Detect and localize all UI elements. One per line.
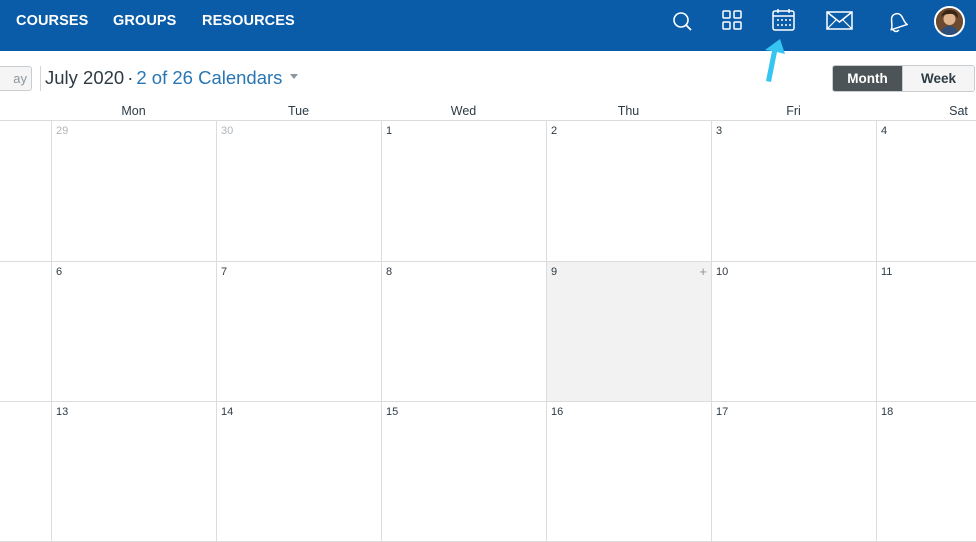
global-navigation-bar: COURSES GROUPS RESOURCES — [0, 0, 976, 51]
add-event-icon[interactable]: + — [699, 264, 707, 279]
day-cell[interactable]: 6 — [52, 262, 216, 401]
calendars-selector[interactable]: 2 of 26 Calendars — [136, 67, 282, 88]
day-cell[interactable]: 10 — [712, 262, 876, 401]
month-view-button[interactable]: Month — [833, 66, 902, 91]
day-number: 13 — [56, 406, 69, 418]
chevron-down-icon[interactable] — [290, 74, 299, 79]
day-number: 3 — [716, 125, 723, 137]
day-number: 8 — [386, 266, 393, 278]
notifications-bell-icon[interactable] — [880, 8, 914, 42]
day-number: 14 — [221, 406, 234, 418]
day-cell[interactable]: 13 — [52, 402, 216, 541]
grid-line — [381, 121, 382, 542]
day-number: 30 — [221, 125, 234, 137]
day-number: 17 — [716, 406, 729, 418]
today-button[interactable]: ay — [0, 66, 32, 91]
day-cell[interactable]: 14 — [217, 402, 381, 541]
grid-line — [711, 121, 712, 542]
dow-header-thu: Thu — [617, 104, 640, 118]
grid-line — [876, 121, 877, 542]
annotation-arrow-icon — [765, 39, 785, 82]
dow-header-fri: Fri — [786, 104, 801, 118]
week-view-button[interactable]: Week — [902, 66, 974, 91]
day-cell[interactable]: 30 — [217, 121, 381, 261]
user-avatar[interactable] — [934, 6, 965, 37]
day-number: 1 — [386, 125, 393, 137]
day-number: 11 — [881, 266, 893, 278]
day-number: 18 — [881, 406, 894, 418]
dow-header-wed: Wed — [450, 104, 477, 118]
day-cell[interactable]: 15 — [382, 402, 546, 541]
title-separator: · — [127, 67, 134, 88]
day-number: 6 — [56, 266, 63, 278]
nav-link-resources[interactable]: RESOURCES — [202, 13, 295, 29]
day-cell[interactable]: 8 — [382, 262, 546, 401]
day-cell[interactable]: 4 — [877, 121, 976, 261]
day-cell-today[interactable]: 9 + — [547, 262, 711, 401]
dashboard-grid-icon[interactable] — [716, 8, 750, 42]
search-icon[interactable] — [667, 8, 701, 42]
day-cell[interactable]: 1 — [382, 121, 546, 261]
day-cell[interactable]: 11 — [877, 262, 976, 401]
month-year-label: July 2020 — [45, 67, 125, 88]
dow-header-tue: Tue — [287, 104, 310, 118]
toolbar-divider — [40, 66, 41, 91]
day-cell[interactable]: 7 — [217, 262, 381, 401]
day-number: 9 — [551, 266, 558, 278]
grid-line — [546, 121, 547, 542]
day-number: 7 — [221, 266, 228, 278]
day-number: 2 — [551, 125, 558, 137]
day-number: 29 — [56, 125, 69, 137]
dow-header-sat: Sat — [949, 104, 968, 118]
grid-line — [51, 121, 52, 542]
day-cell[interactable]: 2 — [547, 121, 711, 261]
day-cell[interactable]: 18 — [877, 402, 976, 541]
nav-link-courses[interactable]: COURSES — [16, 13, 88, 29]
day-number: 4 — [881, 125, 888, 137]
nav-link-groups[interactable]: GROUPS — [113, 13, 176, 29]
inbox-mail-icon[interactable] — [823, 8, 857, 42]
day-number: 10 — [716, 266, 729, 278]
day-number: 15 — [386, 406, 399, 418]
grid-line — [216, 121, 217, 542]
day-cell[interactable]: 16 — [547, 402, 711, 541]
day-number: 16 — [551, 406, 564, 418]
view-toggle-group: Month Week — [832, 65, 975, 92]
day-cell[interactable]: 17 — [712, 402, 876, 541]
dow-header-mon: Mon — [121, 104, 146, 118]
calendar-header-title: July 2020 · 2 of 26 Calendars — [45, 67, 299, 89]
day-cell[interactable]: 29 — [52, 121, 216, 261]
day-cell[interactable]: 3 — [712, 121, 876, 261]
